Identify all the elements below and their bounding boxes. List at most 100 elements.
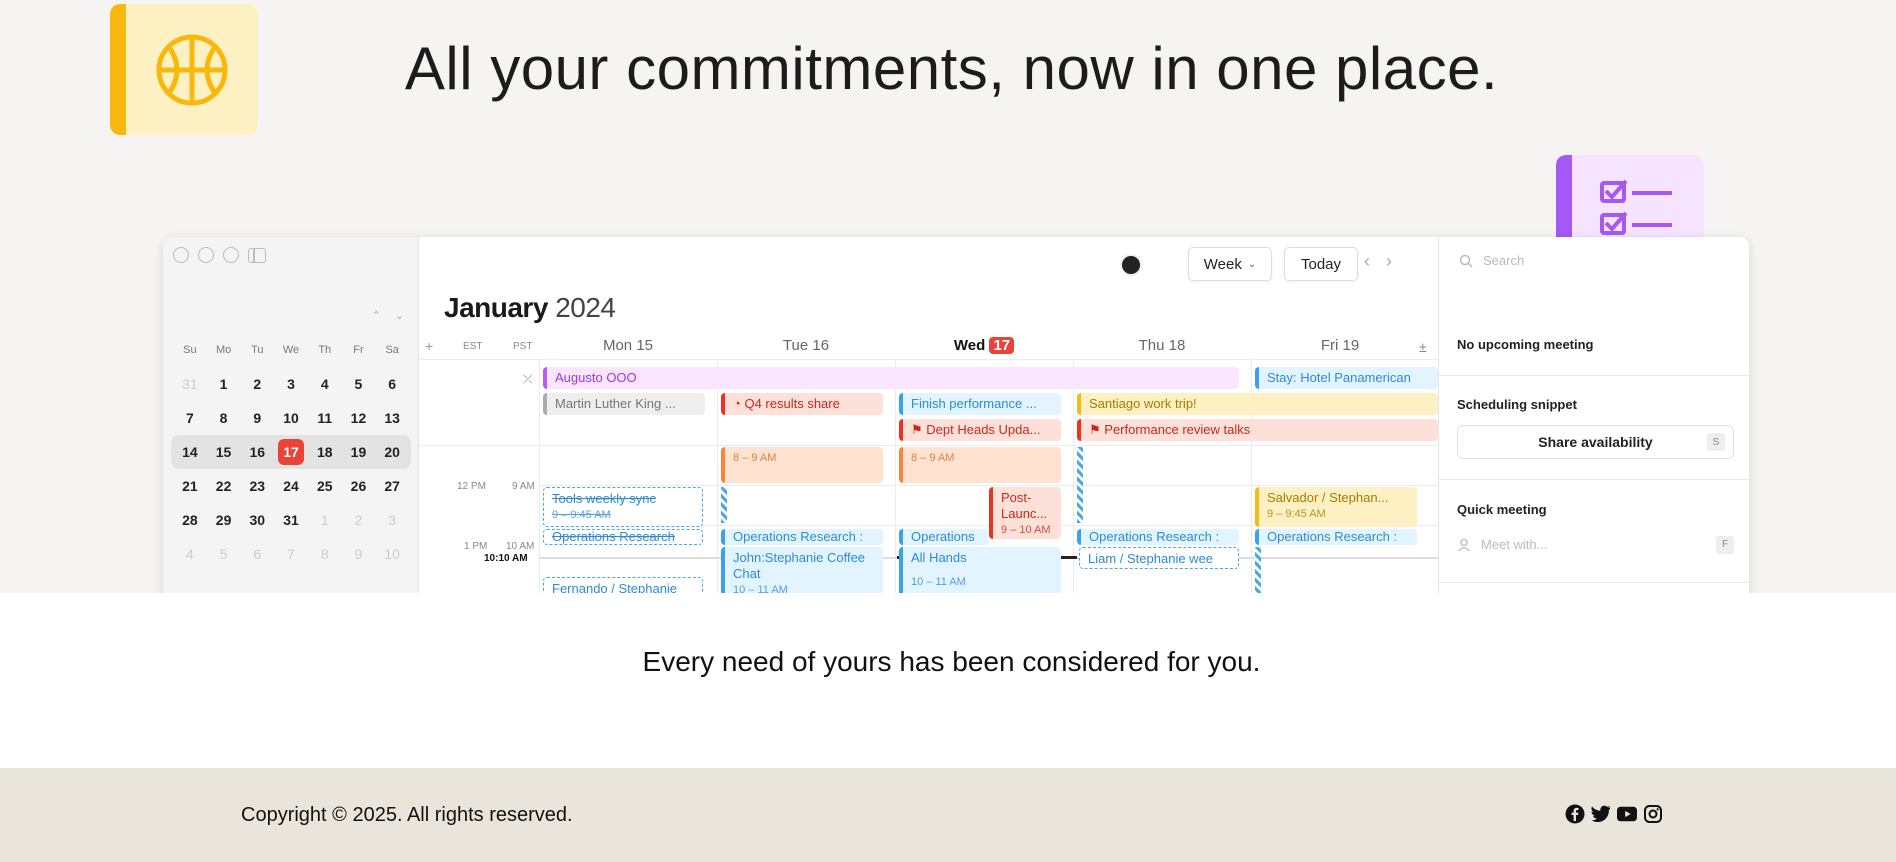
collapse-icon[interactable]: ⤫ xyxy=(523,372,533,387)
mini-calendar-day[interactable]: 13 xyxy=(375,410,409,426)
expand-icon[interactable]: ± xyxy=(1419,339,1427,355)
day-header-fri: Fri 19 xyxy=(1320,337,1360,354)
search-field[interactable]: Search xyxy=(1459,253,1524,268)
mini-calendar-day[interactable]: 27 xyxy=(375,478,409,494)
mini-calendar-day[interactable]: 23 xyxy=(240,478,274,494)
event-ops-thu[interactable]: Operations Research : xyxy=(1077,529,1239,545)
event-john-coffee[interactable]: John:Stephanie Coffee Chat 10 – 11 AM xyxy=(721,547,883,593)
busy-hatch xyxy=(721,487,727,523)
mini-calendar-day[interactable]: 5 xyxy=(342,376,376,392)
mini-calendar-day[interactable]: 14 xyxy=(173,444,207,460)
year: 2024 xyxy=(555,292,616,323)
event-santiago-trip[interactable]: Santiago work trip! xyxy=(1077,393,1438,415)
mini-calendar-day[interactable]: 25 xyxy=(308,478,342,494)
time-label-est-1: 1 PM xyxy=(464,541,488,552)
event-q4-label: Q4 results share xyxy=(744,396,840,411)
mini-calendar-day[interactable]: 8 xyxy=(207,410,241,426)
event-dept-heads[interactable]: ⚑ Dept Heads Upda... xyxy=(899,419,1061,441)
mini-calendar-day[interactable]: 3 xyxy=(375,512,409,528)
chevron-left-icon[interactable]: ‹ xyxy=(1364,251,1370,272)
event-tools-weekly-sync[interactable]: Tools weekly sync 9 – 9:45 AM xyxy=(543,487,703,527)
event-salvador[interactable]: Salvador / Stephan... 9 – 9:45 AM xyxy=(1255,487,1417,527)
mini-calendar-day[interactable]: 29 xyxy=(207,512,241,528)
share-availability-button[interactable]: Share availability S xyxy=(1457,425,1734,459)
event-ops-mon[interactable]: Operations Research xyxy=(543,529,703,545)
mini-calendar-day[interactable]: 6 xyxy=(375,376,409,392)
event-mlk[interactable]: Martin Luther King ... xyxy=(543,393,705,415)
mini-calendar-day[interactable]: 28 xyxy=(173,512,207,528)
mini-calendar-day[interactable]: 4 xyxy=(308,376,342,392)
mini-calendar-day[interactable]: 2 xyxy=(240,376,274,392)
mini-calendar-day[interactable]: 4 xyxy=(173,546,207,562)
mini-calendar-day[interactable]: 2 xyxy=(342,512,376,528)
zoom-window-button[interactable] xyxy=(223,247,239,263)
mini-calendar-day[interactable]: 1 xyxy=(308,512,342,528)
event-ops-fri[interactable]: Operations Research : xyxy=(1255,529,1417,545)
twitter-icon[interactable] xyxy=(1591,804,1611,824)
calendar-main: Week ⌄ Today ‹ › January 2024 + EST PST … xyxy=(419,237,1438,593)
mini-calendar-day[interactable]: 9 xyxy=(342,546,376,562)
add-timezone-icon[interactable]: + xyxy=(425,338,433,354)
event-ops-tue[interactable]: Operations Research : xyxy=(721,529,883,545)
mini-calendar-day[interactable]: 10 xyxy=(274,410,308,426)
mini-calendar-day[interactable]: 15 xyxy=(207,444,241,460)
chevron-right-icon[interactable]: › xyxy=(1386,251,1392,272)
current-time-label: 10:10 AM xyxy=(484,553,528,564)
mini-calendar-day[interactable]: 17 xyxy=(278,439,304,465)
mini-calendar-day[interactable]: 7 xyxy=(173,410,207,426)
mini-calendar-day[interactable]: 7 xyxy=(274,546,308,562)
event-q4-results[interactable]: ◔ Q4 results share xyxy=(721,393,883,415)
window-controls xyxy=(173,247,266,263)
view-selector-button[interactable]: Week ⌄ xyxy=(1188,247,1272,281)
event-time: 9 – 9:45 AM xyxy=(1267,508,1326,520)
event-performance-review[interactable]: ⚑ Performance review talks xyxy=(1077,419,1438,441)
mini-calendar-day[interactable]: 8 xyxy=(308,546,342,562)
mini-calendar-day[interactable]: 22 xyxy=(207,478,241,494)
event-wed-8am[interactable]: 8 – 9 AM xyxy=(899,447,1061,483)
meet-with-input[interactable]: Meet with... F xyxy=(1457,535,1734,554)
mini-calendar-week: 21 22 23 24 25 26 27 xyxy=(173,469,409,503)
mini-calendar-day[interactable]: 3 xyxy=(274,376,308,392)
mini-calendar-day[interactable]: 1 xyxy=(207,376,241,392)
mini-calendar-day[interactable]: 10 xyxy=(375,546,409,562)
minimize-window-button[interactable] xyxy=(198,247,214,263)
mini-calendar-day[interactable]: 18 xyxy=(308,444,342,460)
mini-calendar-day[interactable]: 16 xyxy=(240,444,274,460)
instagram-icon[interactable] xyxy=(1643,804,1663,824)
mini-calendar-day[interactable]: 12 xyxy=(342,410,376,426)
today-button[interactable]: Today xyxy=(1284,247,1358,281)
chevron-up-icon[interactable]: ⌃ xyxy=(372,309,381,322)
busy-hatch xyxy=(1077,447,1083,523)
event-augusto-ooo[interactable]: Augusto OOO xyxy=(543,367,1239,389)
mini-calendar-day[interactable]: 11 xyxy=(308,410,342,426)
event-ops-wed[interactable]: Operations xyxy=(899,529,989,545)
timezone-pst: PST xyxy=(513,341,533,352)
mini-calendar-day[interactable]: 19 xyxy=(342,444,376,460)
mini-calendar-day[interactable]: 5 xyxy=(207,546,241,562)
event-liam-stephanie[interactable]: Liam / Stephanie wee xyxy=(1079,547,1239,569)
event-tue-8am[interactable]: 8 – 9 AM xyxy=(721,447,883,483)
chevron-down-icon[interactable]: ⌄ xyxy=(395,309,404,322)
mini-calendar-day[interactable]: 31 xyxy=(274,512,308,528)
event-finish-performance[interactable]: Finish performance ... xyxy=(899,393,1061,415)
event-fernando-stephanie[interactable]: Fernando / Stephanie xyxy=(543,577,703,593)
mini-calendar-day[interactable]: 21 xyxy=(173,478,207,494)
mini-calendar-day[interactable]: 26 xyxy=(342,478,376,494)
mini-calendar-day[interactable]: 30 xyxy=(240,512,274,528)
day-header-wed: Wed 17 xyxy=(895,337,1073,359)
event-time: 10 – 11 AM xyxy=(911,576,966,588)
youtube-icon[interactable] xyxy=(1617,804,1637,824)
event-all-hands[interactable]: All Hands 10 – 11 AM xyxy=(899,547,1061,593)
mini-calendar-day[interactable]: 24 xyxy=(274,478,308,494)
avatar[interactable] xyxy=(1120,254,1142,276)
mini-calendar-day[interactable]: 20 xyxy=(375,444,409,460)
sidebar-toggle-icon[interactable] xyxy=(248,247,266,263)
event-post-launch[interactable]: Post-Launc... 9 – 10 AM xyxy=(989,487,1061,539)
event-stay-hotel[interactable]: Stay: Hotel Panamerican xyxy=(1255,367,1438,389)
facebook-icon[interactable] xyxy=(1565,804,1585,824)
mini-calendar-nav: ⌃ ⌄ xyxy=(372,309,404,322)
mini-calendar-day[interactable]: 31 xyxy=(173,376,207,392)
close-window-button[interactable] xyxy=(173,247,189,263)
mini-calendar-day[interactable]: 6 xyxy=(240,546,274,562)
mini-calendar-day[interactable]: 9 xyxy=(240,410,274,426)
